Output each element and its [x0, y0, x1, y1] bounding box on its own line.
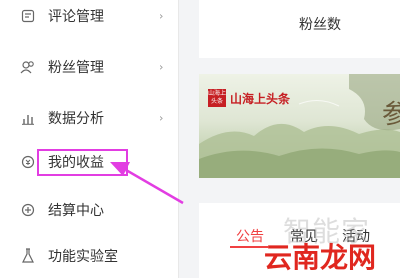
sidebar-item-label: 结算中心 [48, 203, 104, 219]
active-tab-indicator [230, 246, 268, 248]
chevron-right-icon: › [159, 111, 164, 125]
highlight-box [37, 149, 128, 176]
sidebar-item-label: 功能实验室 [48, 249, 118, 265]
sidebar-item-label: 评论管理 [48, 9, 104, 25]
tab-announcement[interactable]: 公告 [236, 226, 264, 246]
comment-manage-icon [20, 8, 36, 24]
settlement-icon [20, 202, 36, 218]
sidebar-item-label: 数据分析 [48, 111, 104, 127]
chevron-right-icon: › [159, 9, 164, 23]
sidebar-item-label: 粉丝管理 [48, 60, 104, 76]
flask-icon [20, 248, 36, 264]
sidebar-item-settlement[interactable]: 结算中心 [0, 190, 178, 230]
chevron-right-icon: › [159, 60, 164, 74]
promo-banner[interactable]: 山海上头条 山海上头条 参 [199, 74, 400, 178]
sidebar-item-analytics[interactable]: 数据分析 › [0, 98, 178, 138]
earnings-icon [20, 154, 36, 170]
sidebar-item-fans[interactable]: 粉丝管理 › [0, 47, 178, 87]
sidebar: 评论管理 › 粉丝管理 › 数据分析 › 我的收益 结算中心 功能实验室 [0, 0, 179, 278]
banner-logo: 山海上头条 [208, 89, 227, 107]
banner-title: 山海上头条 [230, 92, 291, 106]
fans-card: 粉丝数 [199, 0, 400, 58]
banner-big-char: 参 [382, 100, 400, 130]
fans-icon [20, 59, 36, 75]
watermark-bottom: 云南龙网 [264, 241, 377, 274]
bar-chart-icon [20, 110, 36, 126]
sidebar-item-comments[interactable]: 评论管理 › [0, 0, 178, 36]
sidebar-item-lab[interactable]: 功能实验室 [0, 236, 178, 276]
fans-card-title: 粉丝数 [299, 17, 341, 33]
